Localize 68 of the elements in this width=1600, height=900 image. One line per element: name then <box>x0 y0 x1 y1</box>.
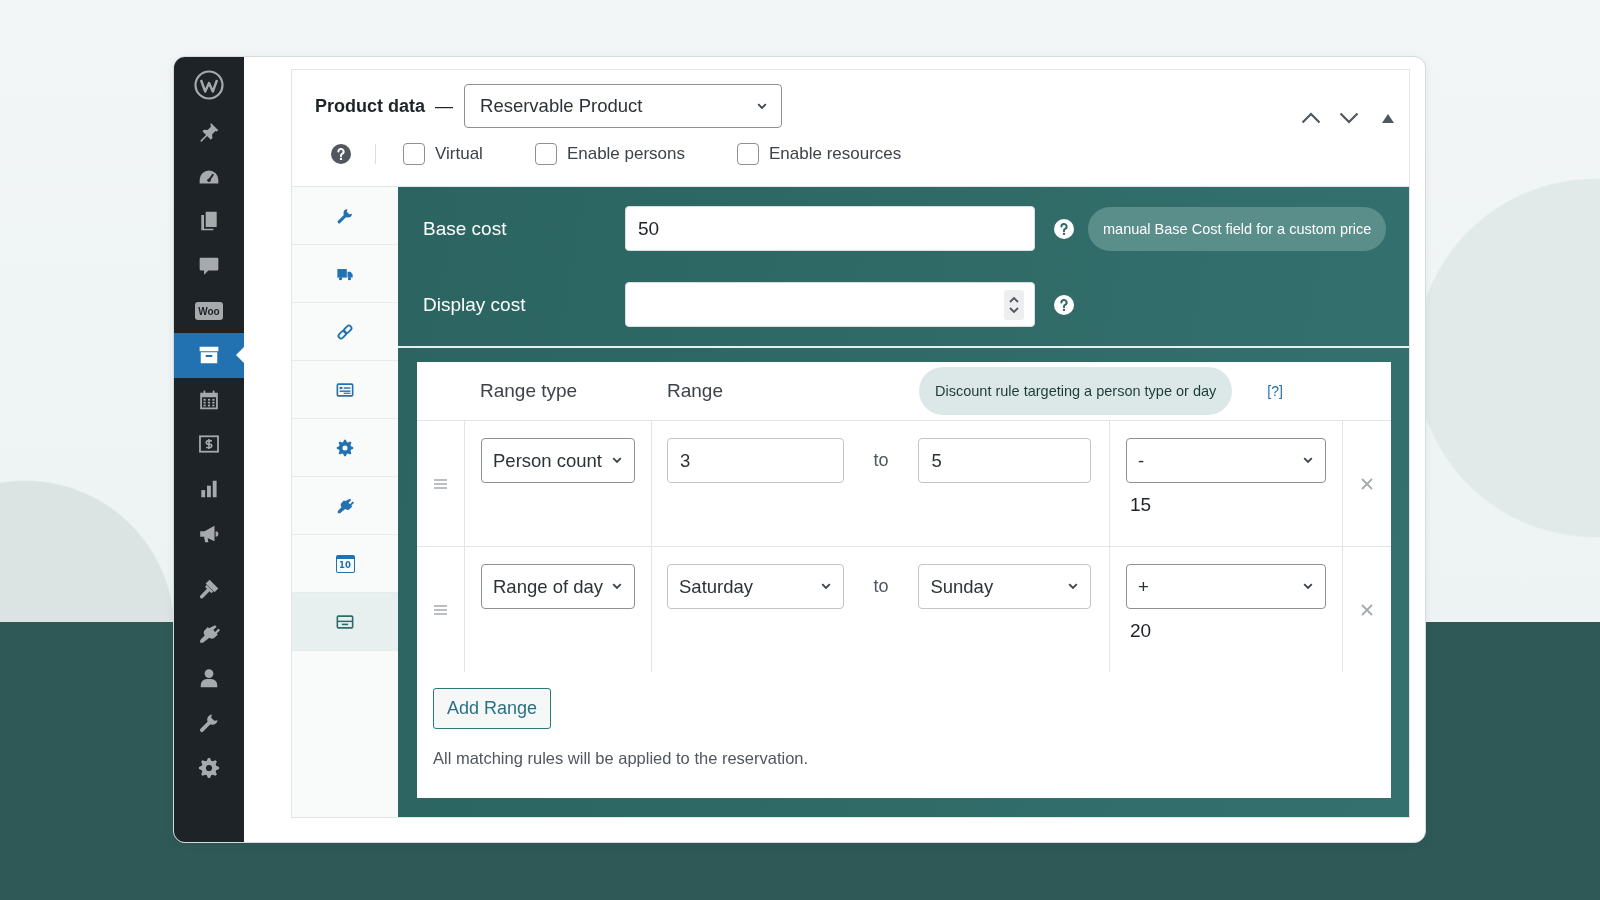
cost-value: 15 <box>1129 493 1153 517</box>
triangle-up-icon[interactable] <box>1382 113 1394 123</box>
paintbrush-icon <box>198 578 220 601</box>
day-select[interactable]: Saturday <box>667 564 844 609</box>
gear-icon <box>336 438 354 457</box>
range-type-select[interactable]: Range of day <box>481 564 635 609</box>
sidebar-item[interactable]: Woo <box>174 288 244 333</box>
day-select[interactable]: Sunday <box>918 564 1091 609</box>
column-header: Range type <box>480 380 579 402</box>
number-field[interactable] <box>625 282 1035 327</box>
pushpin-icon <box>198 121 220 144</box>
checkbox-label[interactable]: Virtual <box>435 144 483 164</box>
wrench-icon <box>198 712 220 734</box>
link-icon <box>336 322 354 341</box>
caret-icon <box>820 583 831 590</box>
caret-icon <box>757 102 767 110</box>
modifier-select[interactable]: + <box>1126 564 1326 609</box>
plug-icon <box>336 496 354 515</box>
wrench-icon <box>336 206 354 225</box>
checkbox-label[interactable]: Enable persons <box>566 144 686 164</box>
caret-icon <box>1303 457 1313 464</box>
woo-logo: Woo <box>195 301 223 320</box>
chevron-up-icon[interactable] <box>1301 112 1321 124</box>
caret-icon <box>1068 583 1078 590</box>
field-label: Display cost <box>423 293 527 316</box>
caret-icon <box>612 457 622 464</box>
range-type-select[interactable]: Person count <box>481 438 635 483</box>
chevron-down-icon[interactable] <box>1339 112 1359 124</box>
number-field[interactable]: 5 <box>918 438 1091 483</box>
caret-icon <box>1303 583 1313 590</box>
help-icon[interactable] <box>331 144 351 164</box>
user-icon <box>198 667 220 690</box>
calendar-icon <box>198 388 220 411</box>
dollar-icon <box>198 433 220 456</box>
field-label: Base cost <box>423 217 508 240</box>
plug-icon <box>198 622 220 645</box>
gear-icon <box>198 756 220 779</box>
tooltip: manual Base Cost field for a custom price <box>1088 206 1387 251</box>
panel-title: Product data <box>315 95 425 118</box>
product-type-select[interactable]: Reservable Product <box>464 84 782 128</box>
cost-value: 20 <box>1129 619 1153 643</box>
column-header: Range <box>667 380 724 402</box>
title-dash: — <box>435 95 453 118</box>
modifier-select[interactable]: - <box>1126 438 1326 483</box>
help-text: All matching rules will be applied to the reservation. <box>433 749 810 768</box>
checkbox[interactable] <box>737 143 760 165</box>
caret-icon <box>612 583 622 590</box>
help-icon[interactable] <box>1054 294 1074 315</box>
add-range-button[interactable]: Add Range <box>433 688 552 729</box>
help-icon[interactable] <box>1054 218 1074 239</box>
spinner-icon[interactable] <box>1004 289 1024 320</box>
range-joiner-label: to <box>872 449 890 472</box>
help-link[interactable]: [?] <box>1267 383 1283 399</box>
drag-handle-icon[interactable] <box>434 604 447 615</box>
drag-handle-icon[interactable] <box>434 478 447 489</box>
checkbox[interactable] <box>534 143 557 165</box>
sidebar-item[interactable] <box>174 332 244 378</box>
checkbox[interactable] <box>403 143 425 165</box>
text-field[interactable]: 50 <box>625 206 1035 251</box>
number-field[interactable]: 3 <box>667 438 844 483</box>
tooltip: Discount rule targeting a person type or day <box>919 367 1233 415</box>
checkbox-label[interactable]: Enable resources <box>769 144 902 164</box>
calendar-icon: 10 <box>335 554 355 573</box>
range-joiner-label: to <box>872 575 890 598</box>
id-card-icon <box>336 380 354 399</box>
pages-icon <box>198 210 220 233</box>
logo-icon[interactable] <box>194 69 224 100</box>
form-icon <box>336 612 354 631</box>
